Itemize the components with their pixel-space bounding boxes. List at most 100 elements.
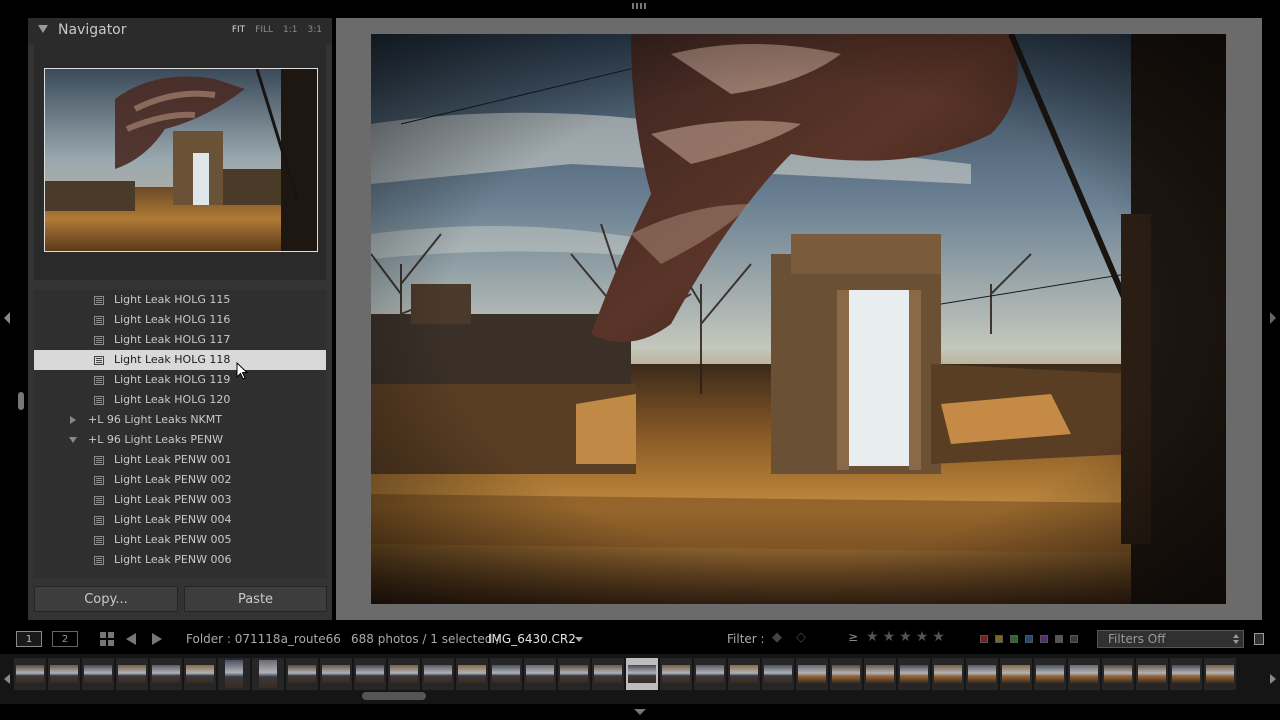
filmstrip-thumbnail[interactable] [1170,658,1202,690]
bottom-panel-toggle-icon[interactable] [634,709,646,715]
filmstrip-thumbnail[interactable] [592,658,624,690]
preset-list[interactable]: Light Leak HOLG 115 Light Leak HOLG 116 … [34,290,326,578]
preset-folder[interactable]: +L 96 Light Leaks PENW [34,430,326,450]
zoom-fit[interactable]: FIT [232,25,245,35]
preset-item[interactable]: Light Leak PENW 001 [34,450,326,470]
filmstrip-thumbnail[interactable] [116,658,148,690]
chevron-down-icon[interactable] [575,637,583,642]
filmstrip-thumbnail[interactable] [898,658,930,690]
filmstrip-thumbnail[interactable] [796,658,828,690]
expand-triangle-icon[interactable] [70,416,76,424]
selected-file-name[interactable]: IMG_6430.CR2 [488,632,576,646]
preset-item[interactable]: Light Leak PENW 004 [34,510,326,530]
color-label-blue[interactable] [1025,635,1033,643]
filmstrip-thumbnail[interactable] [320,658,352,690]
filmstrip-thumbnail[interactable] [1102,658,1134,690]
preset-item[interactable]: Light Leak PENW 002 [34,470,326,490]
filmstrip-thumbnail[interactable] [150,658,182,690]
preset-item[interactable]: Light Leak PENW 003 [34,490,326,510]
navigator-preview-image[interactable] [44,68,318,252]
thumbnail-image [50,665,78,683]
color-label-yellow[interactable] [995,635,1003,643]
filmstrip-thumbnail[interactable] [728,658,760,690]
collapse-triangle-icon[interactable] [38,25,48,33]
rating-operator[interactable]: ≥ [848,630,858,644]
filters-select[interactable]: Filters Off [1097,630,1244,648]
filmstrip-thumbnail[interactable] [966,658,998,690]
preset-item[interactable]: Light Leak HOLG 120 [34,390,326,410]
filmstrip-thumbnail[interactable] [1034,658,1066,690]
filmstrip-thumbnail[interactable] [388,658,420,690]
right-panel-toggle-icon[interactable] [1270,312,1276,324]
color-label-none[interactable] [1070,635,1078,643]
filmstrip-thumbnail[interactable] [1068,658,1100,690]
flag-unflagged-icon[interactable]: ◇ [796,630,806,645]
filmstrip-thumbnail[interactable] [456,658,488,690]
filmstrip-thumbnail[interactable] [252,658,284,690]
main-photo[interactable] [371,34,1226,604]
navigator-header[interactable]: Navigator FIT FILL 1:1 3:1 [28,18,332,44]
filmstrip-thumbnail[interactable] [82,658,114,690]
forward-arrow-icon[interactable] [152,633,162,645]
preset-item[interactable]: Light Leak HOLG 117 [34,330,326,350]
preset-item[interactable]: Light Leak HOLG 115 [34,290,326,310]
preset-item[interactable]: Light Leak PENW 006 [34,550,326,570]
zoom-3-1[interactable]: 3:1 [308,25,322,35]
filmstrip-thumbnail[interactable] [558,658,590,690]
star-icon[interactable]: ★ [932,629,945,645]
color-label-red[interactable] [980,635,988,643]
primary-window-button[interactable]: 1 [16,631,42,647]
filmstrip-thumbnail[interactable] [524,658,556,690]
filmstrip-thumbnail[interactable] [1000,658,1032,690]
filmstrip-thumbnail[interactable] [1204,658,1236,690]
filmstrip-thumbnail[interactable] [14,658,46,690]
filmstrip-scroll-right-icon[interactable] [1270,674,1276,684]
secondary-window-button[interactable]: 2 [52,631,78,647]
preset-item[interactable]: Light Leak HOLG 119 [34,370,326,390]
filmstrip-thumbnail[interactable] [184,658,216,690]
star-icon[interactable]: ★ [916,629,929,645]
star-icon[interactable]: ★ [899,629,912,645]
filmstrip-thumbnail[interactable] [864,658,896,690]
color-label-purple[interactable] [1040,635,1048,643]
color-label-custom[interactable] [1055,635,1063,643]
zoom-1-1[interactable]: 1:1 [283,25,297,35]
preset-item-selected[interactable]: Light Leak HOLG 118 [34,350,326,370]
filmstrip-thumbnail[interactable] [422,658,454,690]
color-label-green[interactable] [1010,635,1018,643]
filmstrip-thumbnail[interactable] [762,658,794,690]
thumbnail-image [259,660,277,688]
filter-lock-switch[interactable] [1254,633,1264,645]
filmstrip-thumbnail[interactable] [218,658,250,690]
filmstrip-thumbnail[interactable] [830,658,862,690]
left-panel-scroll-handle[interactable] [18,392,24,410]
paste-button[interactable]: Paste [184,586,327,612]
filmstrip-thumbnail[interactable] [48,658,80,690]
filmstrip-thumbnail[interactable] [932,658,964,690]
filmstrip-thumbnail[interactable] [660,658,692,690]
thumbnail-image [628,665,656,683]
filmstrip-thumbnail[interactable] [490,658,522,690]
filmstrip-thumbnail[interactable] [1136,658,1168,690]
flag-pick-icon[interactable]: ◆ [772,630,782,645]
filmstrip-thumbnail[interactable] [286,658,318,690]
filmstrip-thumbnail[interactable] [694,658,726,690]
preset-item[interactable]: Light Leak HOLG 116 [34,310,326,330]
filmstrip-thumbnail[interactable] [354,658,386,690]
filmstrip-scroll-thumb[interactable] [362,692,426,700]
zoom-fill[interactable]: FILL [255,25,273,35]
star-icon[interactable]: ★ [883,629,896,645]
collapse-triangle-icon[interactable] [69,437,77,443]
preset-item[interactable]: Light Leak PENW 005 [34,530,326,550]
grid-view-icon[interactable] [100,632,114,646]
preset-icon [94,556,104,565]
top-panel-toggle[interactable] [632,3,646,9]
preset-folder[interactable]: +L 96 Light Leaks NKMT [34,410,326,430]
back-arrow-icon[interactable] [126,633,136,645]
star-icon[interactable]: ★ [866,629,879,645]
left-panel-toggle-icon[interactable] [4,312,10,324]
filmstrip-scroll-left-icon[interactable] [4,674,10,684]
folder-path[interactable]: Folder : 071118a_route66 [186,632,341,646]
copy-button[interactable]: Copy... [34,586,178,612]
filmstrip-thumbnail[interactable] [626,658,658,690]
